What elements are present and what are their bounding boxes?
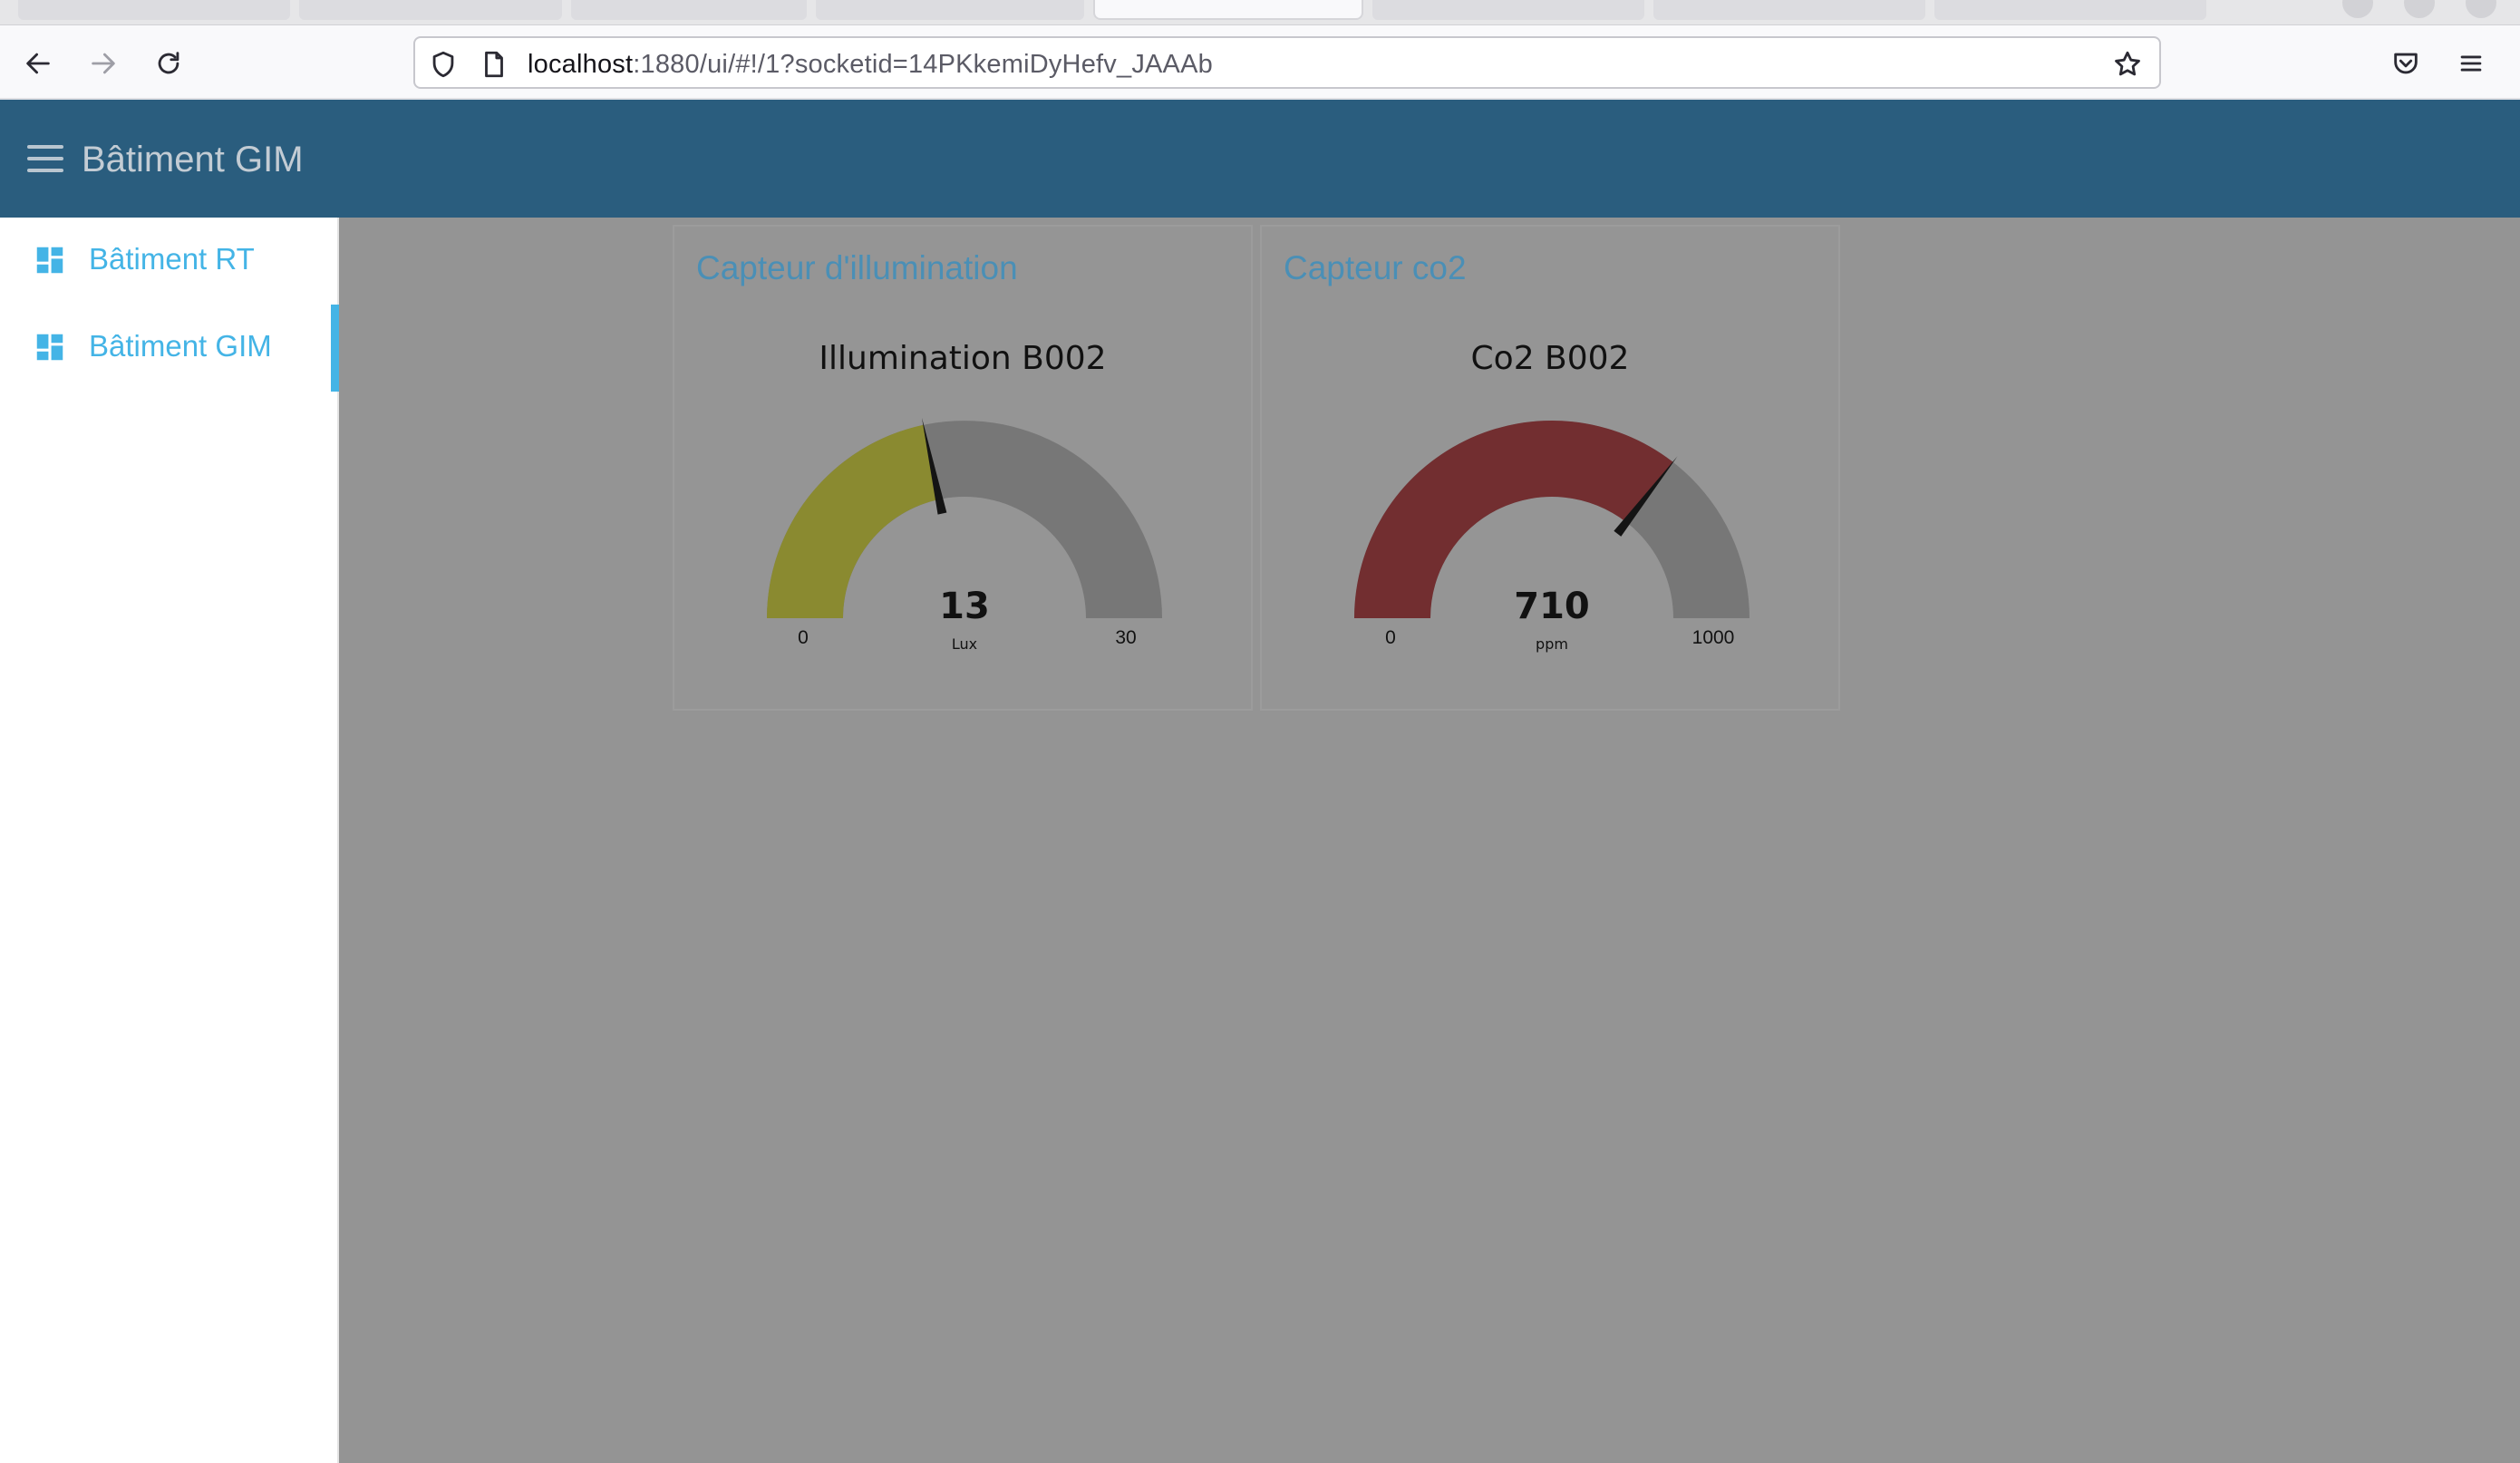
reload-button[interactable] <box>147 42 190 85</box>
browser-tab[interactable] <box>1372 0 1644 20</box>
address-bar[interactable]: localhost:1880/ui/#!/1?socketid=14PKkemi… <box>413 36 2161 89</box>
reload-icon <box>158 52 179 74</box>
sidebar: Bâtiment RT Bâtiment GIM <box>0 218 339 1463</box>
browser-tab[interactable] <box>1653 0 1925 20</box>
gauge-max: 1000 <box>1692 627 1735 648</box>
gauge-max: 30 <box>1115 627 1136 648</box>
menu-icon[interactable] <box>27 143 63 174</box>
browser-tab[interactable] <box>816 0 1084 20</box>
window-maximize-button[interactable] <box>2404 0 2435 18</box>
gauge: 710 ppm 0 1000 <box>1354 421 1749 653</box>
group-card-co2: Capteur co2 Co2 B002 710 ppm 0 1000 <box>1260 225 1840 711</box>
star-icon[interactable] <box>2112 49 2143 80</box>
browser-tab[interactable] <box>299 0 562 20</box>
sidebar-item-label: Bâtiment RT <box>89 242 255 276</box>
arrow-right-icon <box>92 53 115 74</box>
dashboard-header: Bâtiment GIM <box>0 100 2520 218</box>
browser-tab[interactable] <box>1934 0 2206 20</box>
window-close-button[interactable] <box>2466 0 2496 18</box>
back-button[interactable] <box>16 42 60 85</box>
page-icon[interactable] <box>479 49 509 80</box>
app-menu-button[interactable] <box>2449 42 2493 85</box>
gauge-fill <box>767 424 940 618</box>
sidebar-item-batiment-rt[interactable]: Bâtiment RT <box>0 218 339 299</box>
url-host: localhost <box>528 50 634 79</box>
gauge-value: 710 <box>1514 586 1590 627</box>
url-text[interactable]: localhost:1880/ui/#!/1?socketid=14PKkemi… <box>528 49 1213 80</box>
browser-tab[interactable] <box>571 0 807 20</box>
dashboard-icon <box>36 247 63 274</box>
hamburger-icon <box>2460 55 2482 72</box>
browser-tab-active[interactable] <box>1093 0 1363 20</box>
shield-icon[interactable] <box>428 49 459 80</box>
dashboard-icon <box>36 334 63 361</box>
gauge: 13 Lux 0 30 <box>767 417 1162 653</box>
active-indicator <box>331 305 339 392</box>
group-card-illumination: Capteur d'illumination Illumination B002… <box>673 225 1253 711</box>
window-minimize-button[interactable] <box>2342 0 2373 18</box>
gauge-min: 0 <box>1385 627 1396 648</box>
gauge-unit: ppm <box>1536 635 1568 653</box>
browser-navigation-bar: localhost:1880/ui/#!/1?socketid=14PKkemi… <box>0 25 2520 100</box>
browser-tab[interactable] <box>18 0 290 20</box>
gauge-value: 13 <box>939 586 990 627</box>
pocket-button[interactable] <box>2384 42 2428 85</box>
browser-tab-strip <box>0 0 2520 25</box>
sidebar-item-label: Bâtiment GIM <box>89 329 272 363</box>
arrow-left-icon <box>26 53 50 74</box>
page-title: Bâtiment GIM <box>82 140 304 179</box>
pocket-icon <box>2394 53 2418 74</box>
gauge-min: 0 <box>798 627 809 648</box>
url-path: :1880/ui/#!/1?socketid=14PKkemiDyHefv_JA… <box>633 50 1213 79</box>
sidebar-item-batiment-gim[interactable]: Bâtiment GIM <box>0 305 339 392</box>
gauge-unit: Lux <box>952 635 977 653</box>
forward-button[interactable] <box>82 42 125 85</box>
